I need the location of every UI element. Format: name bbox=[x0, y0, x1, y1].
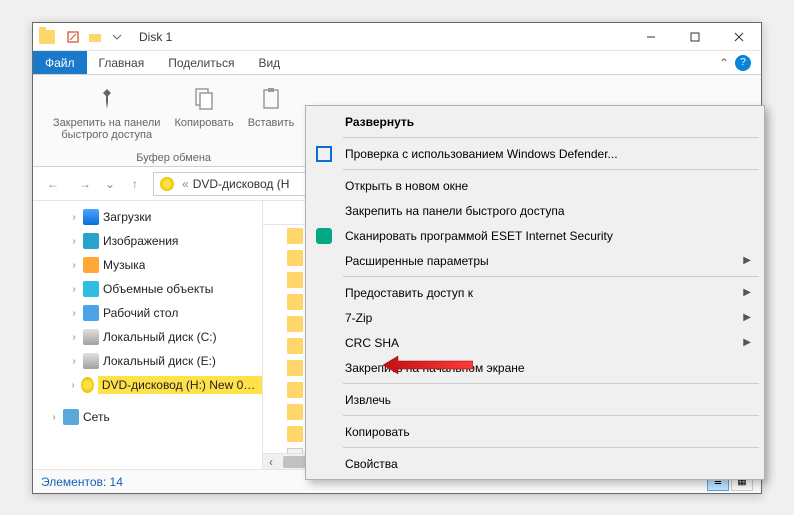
nav-objects[interactable]: ›Объемные объекты bbox=[33, 277, 262, 301]
copy-button[interactable]: Копировать bbox=[170, 79, 237, 133]
title-bar: Disk 1 bbox=[33, 23, 761, 51]
up-button[interactable]: ↑ bbox=[121, 172, 149, 196]
dvd-icon bbox=[160, 177, 174, 191]
pin-quickaccess-button[interactable]: Закрепить на панели быстрого доступа bbox=[49, 79, 164, 145]
tab-view[interactable]: Вид bbox=[246, 51, 292, 74]
breadcrumb[interactable]: «DVD-дисковод (H bbox=[178, 177, 289, 191]
window-title: Disk 1 bbox=[139, 30, 172, 44]
tab-share[interactable]: Поделиться bbox=[156, 51, 246, 74]
file-icon bbox=[287, 316, 303, 332]
forward-button[interactable]: → bbox=[71, 172, 99, 196]
context-menu: Развернуть Проверка с использованием Win… bbox=[305, 105, 765, 480]
menu-expand[interactable]: Развернуть bbox=[309, 109, 761, 134]
menu-give-access[interactable]: Предоставить доступ к▶ bbox=[309, 280, 761, 305]
paste-icon bbox=[255, 83, 287, 115]
minimize-button[interactable] bbox=[629, 23, 673, 51]
eset-icon bbox=[316, 228, 332, 244]
help-icon[interactable]: ? bbox=[735, 55, 751, 71]
menu-crc-sha[interactable]: CRC SHA▶ bbox=[309, 330, 761, 355]
file-icon bbox=[287, 426, 303, 442]
qat-properties-icon[interactable] bbox=[65, 29, 81, 45]
nav-desktop[interactable]: ›Рабочий стол bbox=[33, 301, 262, 325]
pin-label: Закрепить на панели быстрого доступа bbox=[53, 117, 160, 141]
shield-icon bbox=[316, 146, 332, 162]
menu-advanced[interactable]: Расширенные параметры▶ bbox=[309, 248, 761, 273]
recent-dropdown[interactable]: ⌄ bbox=[103, 172, 117, 196]
copy-label: Копировать bbox=[174, 117, 233, 129]
ribbon-tabs: Файл Главная Поделиться Вид ⌃ ? bbox=[33, 51, 761, 75]
network-icon bbox=[63, 409, 79, 425]
back-button[interactable]: ← bbox=[39, 172, 67, 196]
file-icon bbox=[287, 294, 303, 310]
nav-images[interactable]: ›Изображения bbox=[33, 229, 262, 253]
scroll-left-icon[interactable]: ‹ bbox=[263, 454, 279, 469]
nav-disk-c[interactable]: ›Локальный диск (C:) bbox=[33, 325, 262, 349]
objects3d-icon bbox=[83, 281, 99, 297]
desktop-icon bbox=[83, 305, 99, 321]
group-clipboard-label: Буфер обмена bbox=[41, 152, 306, 164]
nav-dvd[interactable]: ›DVD-дисковод (H:) New 07.05.2020 bbox=[33, 373, 262, 397]
nav-music[interactable]: ›Музыка bbox=[33, 253, 262, 277]
disk-icon bbox=[83, 353, 99, 369]
window-controls bbox=[629, 23, 761, 51]
images-icon bbox=[83, 233, 99, 249]
file-icon bbox=[287, 338, 303, 354]
paste-button[interactable]: Вставить bbox=[244, 79, 299, 133]
menu-defender[interactable]: Проверка с использованием Windows Defend… bbox=[309, 141, 761, 166]
file-icon bbox=[287, 272, 303, 288]
nav-disk-e[interactable]: ›Локальный диск (E:) bbox=[33, 349, 262, 373]
menu-7zip[interactable]: 7-Zip▶ bbox=[309, 305, 761, 330]
maximize-button[interactable] bbox=[673, 23, 717, 51]
qat-newfolder-icon[interactable] bbox=[87, 29, 103, 45]
folder-icon bbox=[39, 30, 55, 44]
quick-access-toolbar bbox=[65, 29, 125, 45]
nav-network[interactable]: ›Сеть bbox=[33, 405, 262, 429]
pin-icon bbox=[91, 83, 123, 115]
disk-icon bbox=[83, 329, 99, 345]
music-icon bbox=[83, 257, 99, 273]
menu-pin-quick[interactable]: Закрепить на панели быстрого доступа bbox=[309, 198, 761, 223]
paste-label: Вставить bbox=[248, 117, 295, 129]
ribbon-group-clipboard: Закрепить на панели быстрого доступа Коп… bbox=[41, 79, 306, 162]
file-icon bbox=[287, 382, 303, 398]
menu-copy[interactable]: Копировать bbox=[309, 419, 761, 444]
dvd-icon bbox=[81, 377, 94, 393]
tab-file[interactable]: Файл bbox=[33, 51, 87, 74]
menu-eject[interactable]: Извлечь bbox=[309, 387, 761, 412]
submenu-arrow-icon: ▶ bbox=[743, 312, 751, 323]
collapse-ribbon-icon[interactable]: ⌃ bbox=[719, 56, 729, 70]
file-icon bbox=[287, 250, 303, 266]
copy-icon bbox=[188, 83, 220, 115]
file-icon bbox=[287, 404, 303, 420]
nav-downloads[interactable]: ›Загрузки bbox=[33, 205, 262, 229]
menu-new-window[interactable]: Открыть в новом окне bbox=[309, 173, 761, 198]
navigation-pane: ›Загрузки ›Изображения ›Музыка ›Объемные… bbox=[33, 201, 263, 469]
submenu-arrow-icon: ▶ bbox=[743, 255, 751, 266]
downloads-icon bbox=[83, 209, 99, 225]
ribbon-help: ⌃ ? bbox=[719, 51, 761, 74]
submenu-arrow-icon: ▶ bbox=[743, 337, 751, 348]
menu-pin-start[interactable]: Закрепить на начальном экране bbox=[309, 355, 761, 380]
menu-eset[interactable]: Сканировать программой ESET Internet Sec… bbox=[309, 223, 761, 248]
tab-home[interactable]: Главная bbox=[87, 51, 157, 74]
file-icon bbox=[287, 228, 303, 244]
qat-dropdown-icon[interactable] bbox=[109, 29, 125, 45]
close-button[interactable] bbox=[717, 23, 761, 51]
explorer-window: Disk 1 Файл Главная Поделиться Вид ⌃ ? З… bbox=[32, 22, 762, 494]
submenu-arrow-icon: ▶ bbox=[743, 287, 751, 298]
file-icon bbox=[287, 360, 303, 376]
menu-properties[interactable]: Свойства bbox=[309, 451, 761, 476]
item-count: Элементов: 14 bbox=[41, 475, 123, 489]
